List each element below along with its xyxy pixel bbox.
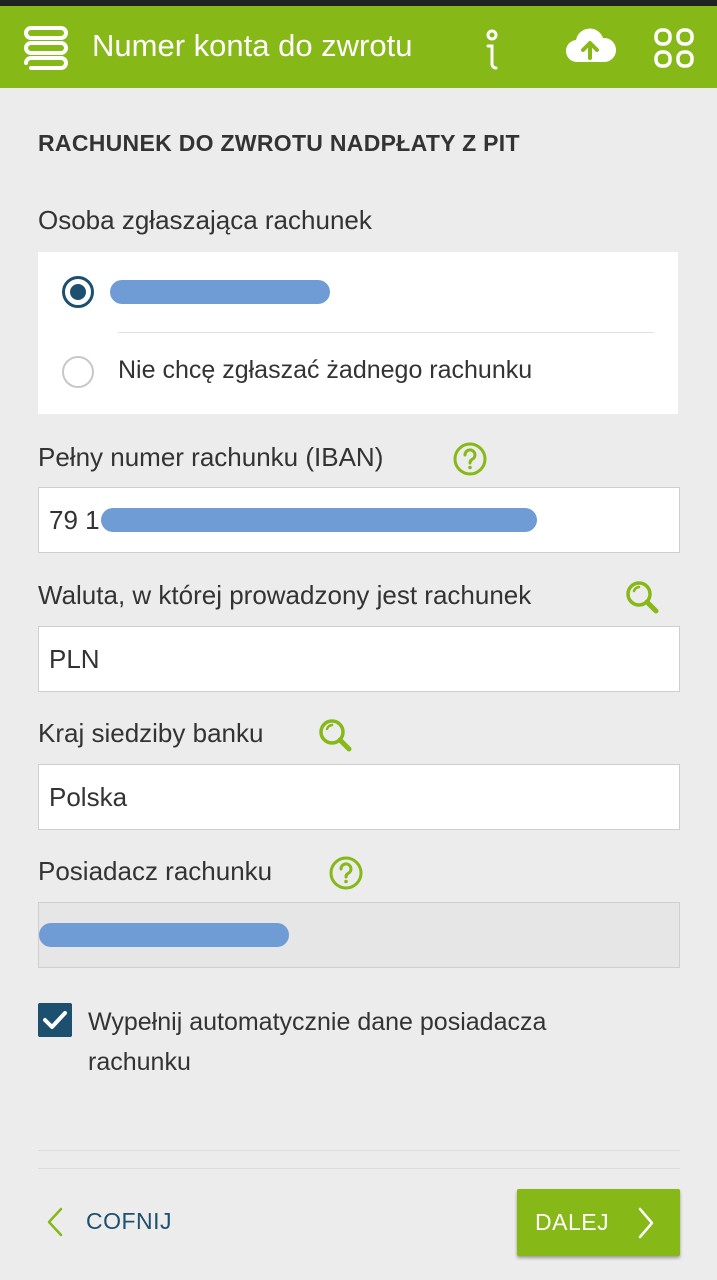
section-title: RACHUNEK DO ZWROTU NADPŁATY Z PIT: [38, 130, 520, 156]
redacted-holder-name: [39, 923, 289, 947]
holder-input-readonly: [38, 902, 680, 968]
iban-label: Pełny numer rachunku (IBAN): [38, 442, 384, 472]
account-owner-label: Osoba zgłaszająca rachunek: [38, 205, 372, 235]
chevron-right-icon: [635, 1206, 657, 1240]
redacted-owner-name: [110, 280, 330, 304]
next-button[interactable]: DALEJ: [517, 1189, 680, 1256]
back-button-label: COFNIJ: [86, 1208, 173, 1234]
radio-button-unchecked[interactable]: [62, 356, 94, 388]
info-icon[interactable]: [478, 28, 506, 70]
screen-title: Numer konta do zwrotu: [92, 28, 413, 63]
account-owner-radio-group: Nie chcę zgłaszać żadnego rachunku: [38, 252, 678, 414]
radio-divider: [118, 332, 654, 333]
autofill-checkbox[interactable]: [38, 1003, 72, 1037]
redacted-iban: [101, 508, 537, 532]
bank-country-value: Polska: [49, 782, 128, 812]
iban-value: 79 1: [49, 505, 100, 535]
radio-option-no-account[interactable]: Nie chcę zgłaszać żadnego rachunku: [38, 334, 678, 414]
holder-label: Posiadacz rachunku: [38, 856, 273, 886]
next-button-label: DALEJ: [535, 1209, 610, 1235]
radio-button-checked[interactable]: [62, 276, 94, 308]
radio-option-selected[interactable]: [38, 252, 678, 332]
iban-input[interactable]: 79 1: [38, 487, 680, 553]
bank-country-label: Kraj siedziby banku: [38, 718, 264, 748]
cloud-upload-icon[interactable]: [564, 24, 617, 72]
help-icon[interactable]: [328, 855, 364, 891]
radio-option-label: Nie chcę zgłaszać żadnego rachunku: [118, 356, 533, 384]
autofill-label[interactable]: Wypełnij automatycznie dane posiadacza r…: [88, 1002, 648, 1082]
footer-divider: [38, 1150, 680, 1151]
app-bar: Numer konta do zwrotu: [0, 6, 717, 88]
currency-input[interactable]: PLN: [38, 626, 680, 692]
currency-value: PLN: [49, 644, 100, 674]
apps-grid-icon[interactable]: [652, 26, 696, 70]
chevron-left-icon: [44, 1206, 66, 1238]
help-icon[interactable]: [452, 441, 488, 477]
menu-icon[interactable]: [22, 24, 70, 72]
currency-label: Waluta, w której prowadzony jest rachune…: [38, 580, 532, 610]
footer-divider: [38, 1168, 680, 1169]
search-icon[interactable]: [624, 579, 660, 615]
search-icon[interactable]: [317, 717, 353, 753]
back-button[interactable]: COFNIJ: [40, 1200, 210, 1244]
bank-country-input[interactable]: Polska: [38, 764, 680, 830]
